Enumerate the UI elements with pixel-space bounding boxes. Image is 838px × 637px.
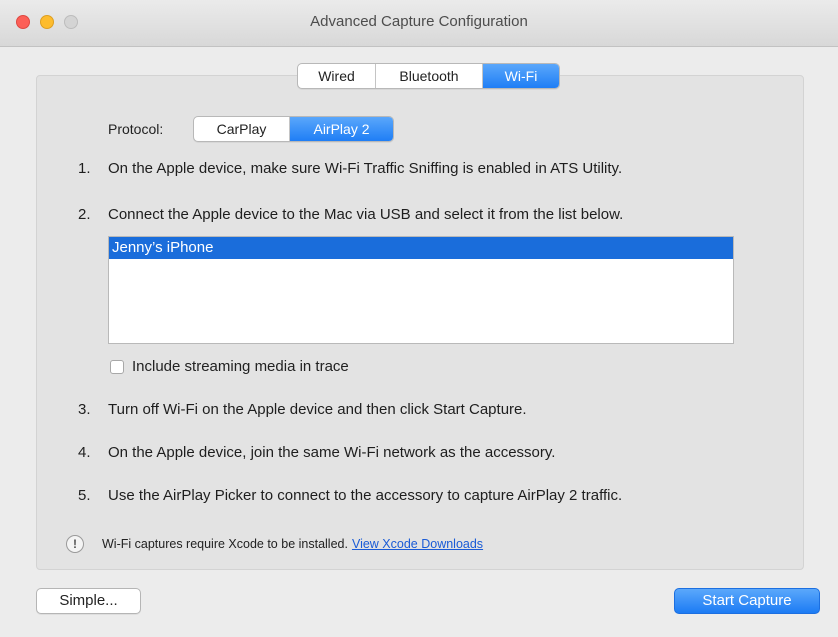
exclamation-icon: !: [66, 535, 84, 553]
tab-bluetooth[interactable]: Bluetooth: [376, 64, 483, 88]
simple-button[interactable]: Simple...: [36, 588, 141, 614]
step-5: 5. Use the AirPlay Picker to connect to t…: [78, 487, 622, 504]
tab-wifi[interactable]: Wi-Fi: [483, 64, 559, 88]
title-bar[interactable]: Advanced Capture Configuration: [0, 0, 838, 47]
device-list-item[interactable]: Jenny’s iPhone: [109, 237, 733, 259]
protocol-airplay-2[interactable]: AirPlay 2: [290, 117, 393, 141]
step-text: Connect the Apple device to the Mac via …: [108, 206, 624, 223]
step-number: 4.: [78, 444, 91, 461]
window-title: Advanced Capture Configuration: [310, 13, 528, 30]
xcode-notice: ! Wi-Fi captures require Xcode to be ins…: [66, 535, 483, 553]
step-3: 3. Turn off Wi-Fi on the Apple device and…: [78, 401, 527, 418]
step-number: 2.: [78, 206, 91, 223]
include-streaming-media-checkbox[interactable]: [110, 359, 124, 374]
protocol-label: Protocol:: [108, 121, 164, 137]
capture-config-window: Advanced Capture Configuration Wired Blu…: [0, 0, 838, 637]
connection-type-tabs: Wired Bluetooth Wi-Fi: [297, 63, 560, 89]
notice-text: Wi-Fi captures require Xcode to be insta…: [102, 537, 348, 551]
checkbox-label[interactable]: Include streaming media in trace: [132, 358, 349, 375]
view-xcode-downloads-link[interactable]: View Xcode Downloads: [352, 537, 483, 551]
step-text: Use the AirPlay Picker to connect to the…: [108, 487, 623, 504]
step-2: 2. Connect the Apple device to the Mac vi…: [78, 206, 623, 223]
protocol-carplay[interactable]: CarPlay: [194, 117, 290, 141]
protocol-selector: CarPlay AirPlay 2: [193, 116, 394, 142]
device-list[interactable]: Jenny’s iPhone: [108, 236, 734, 344]
start-capture-button[interactable]: Start Capture: [674, 588, 820, 614]
step-1: 1. On the Apple device, make sure Wi-Fi T…: [78, 160, 622, 177]
step-number: 1.: [78, 160, 91, 177]
step-text: On the Apple device, make sure Wi-Fi Tra…: [108, 160, 623, 177]
streaming-media-option[interactable]: Include streaming media in trace: [110, 358, 349, 375]
step-text: Turn off Wi-Fi on the Apple device and t…: [108, 401, 527, 418]
step-text: On the Apple device, join the same Wi-Fi…: [108, 444, 556, 461]
step-4: 4. On the Apple device, join the same Wi-…: [78, 444, 555, 461]
step-number: 3.: [78, 401, 91, 418]
step-number: 5.: [78, 487, 91, 504]
tab-wired[interactable]: Wired: [298, 64, 376, 88]
